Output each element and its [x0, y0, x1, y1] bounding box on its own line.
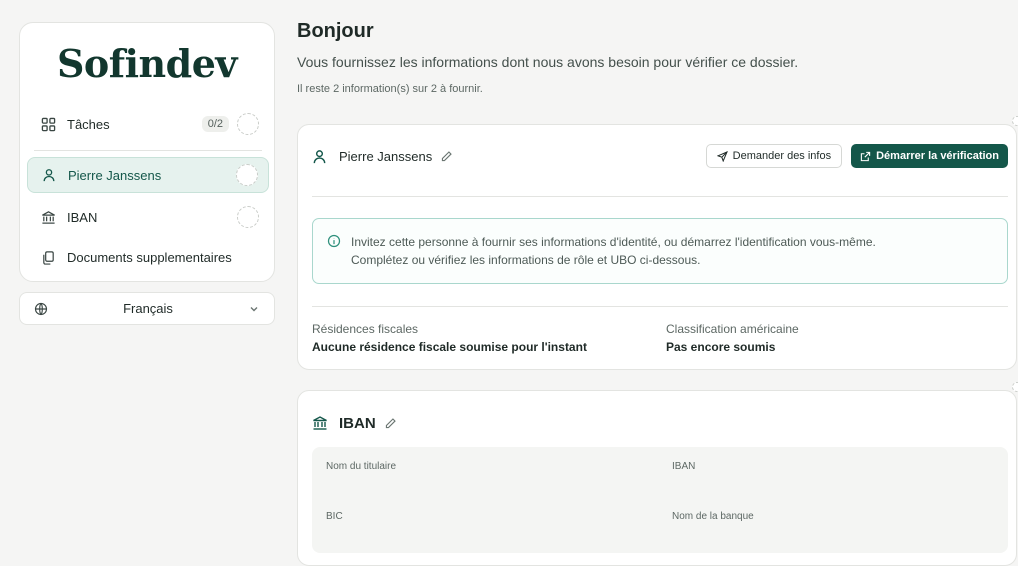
tasks-count-badge: 0/2: [201, 116, 229, 132]
start-verification-label: Démarrer la vérification: [876, 150, 999, 162]
request-info-label: Demander des infos: [732, 150, 832, 162]
language-select[interactable]: Français: [19, 292, 275, 325]
person-icon: [40, 166, 58, 184]
sidebar-item-pierre-janssens[interactable]: Pierre Janssens: [27, 157, 269, 193]
external-link-icon: [860, 151, 871, 162]
status-circle-icon: [1012, 116, 1018, 126]
bank-icon: [39, 208, 57, 226]
iban-card: IBAN Nom du titulaire IBAN BIC Nom de la…: [297, 390, 1017, 566]
sidebar-item-taches[interactable]: Tâches 0/2: [27, 106, 269, 142]
iban-card-header: IBAN: [312, 410, 1008, 436]
fiscal-residences-label: Résidences fiscales: [312, 322, 419, 336]
pencil-icon[interactable]: [440, 150, 453, 163]
person-name: Pierre Janssens: [339, 148, 433, 164]
page-subtitle: Vous fournissez les informations dont no…: [297, 54, 799, 70]
card-divider: [312, 306, 1008, 307]
sidebar-item-label: Documents supplementaires: [67, 249, 232, 265]
us-classification-value: Pas encore soumis: [666, 340, 776, 354]
fiscal-residences-value: Aucune résidence fiscale soumise pour l'…: [312, 340, 587, 354]
bank-icon: [312, 414, 330, 432]
iban-details-panel: Nom du titulaire IBAN BIC Nom de la banq…: [312, 447, 1008, 553]
sidebar-item-label: Pierre Janssens: [68, 167, 162, 183]
person-card: Pierre Janssens Demander des infos Démar…: [297, 124, 1017, 370]
holder-name-label: Nom du titulaire: [326, 461, 397, 472]
info-notice: Invitez cette personne à fournir ses inf…: [312, 218, 1008, 284]
status-circle-icon: [237, 206, 259, 228]
sidebar-divider: [34, 150, 262, 151]
documents-icon: [39, 248, 57, 266]
sidebar-item-documents[interactable]: Documents supplementaires: [27, 239, 269, 275]
bic-label: BIC: [326, 511, 343, 522]
person-card-header: Pierre Janssens Demander des infos Démar…: [312, 143, 1008, 169]
person-icon: [312, 147, 330, 165]
status-circle-icon: [237, 113, 259, 135]
info-line-2: Complétez ou vérifiez les informations d…: [351, 253, 701, 267]
info-icon: [327, 234, 341, 283]
sidebar-item-label: IBAN: [67, 209, 98, 225]
page-title: Bonjour: [297, 20, 374, 42]
brand-logo: Sofindev: [56, 41, 238, 86]
iban-label: IBAN: [672, 461, 696, 472]
us-classification-label: Classification américaine: [666, 322, 799, 336]
start-verification-button[interactable]: Démarrer la vérification: [851, 144, 1008, 168]
status-circle-icon: [236, 164, 258, 186]
card-divider: [312, 196, 1008, 197]
request-info-button[interactable]: Demander des infos: [705, 144, 843, 168]
info-line-1: Invitez cette personne à fournir ses inf…: [351, 235, 876, 249]
chevron-down-icon: [248, 303, 260, 315]
sidebar-item-label: Tâches: [67, 116, 110, 132]
language-label: Français: [123, 301, 173, 316]
bank-name-label: Nom de la banque: [672, 511, 754, 522]
status-circle-icon: [1012, 382, 1018, 392]
sidebar-item-iban[interactable]: IBAN: [27, 199, 269, 235]
globe-icon: [34, 302, 48, 316]
pencil-icon[interactable]: [384, 417, 397, 430]
remaining-info: Il reste 2 information(s) sur 2 à fourni…: [297, 83, 483, 95]
iban-card-title: IBAN: [339, 414, 376, 432]
grid-icon: [39, 115, 57, 133]
sidebar: Sofindev Tâches 0/2 Pierre Janssens IBAN: [19, 22, 275, 282]
send-icon: [716, 150, 728, 162]
